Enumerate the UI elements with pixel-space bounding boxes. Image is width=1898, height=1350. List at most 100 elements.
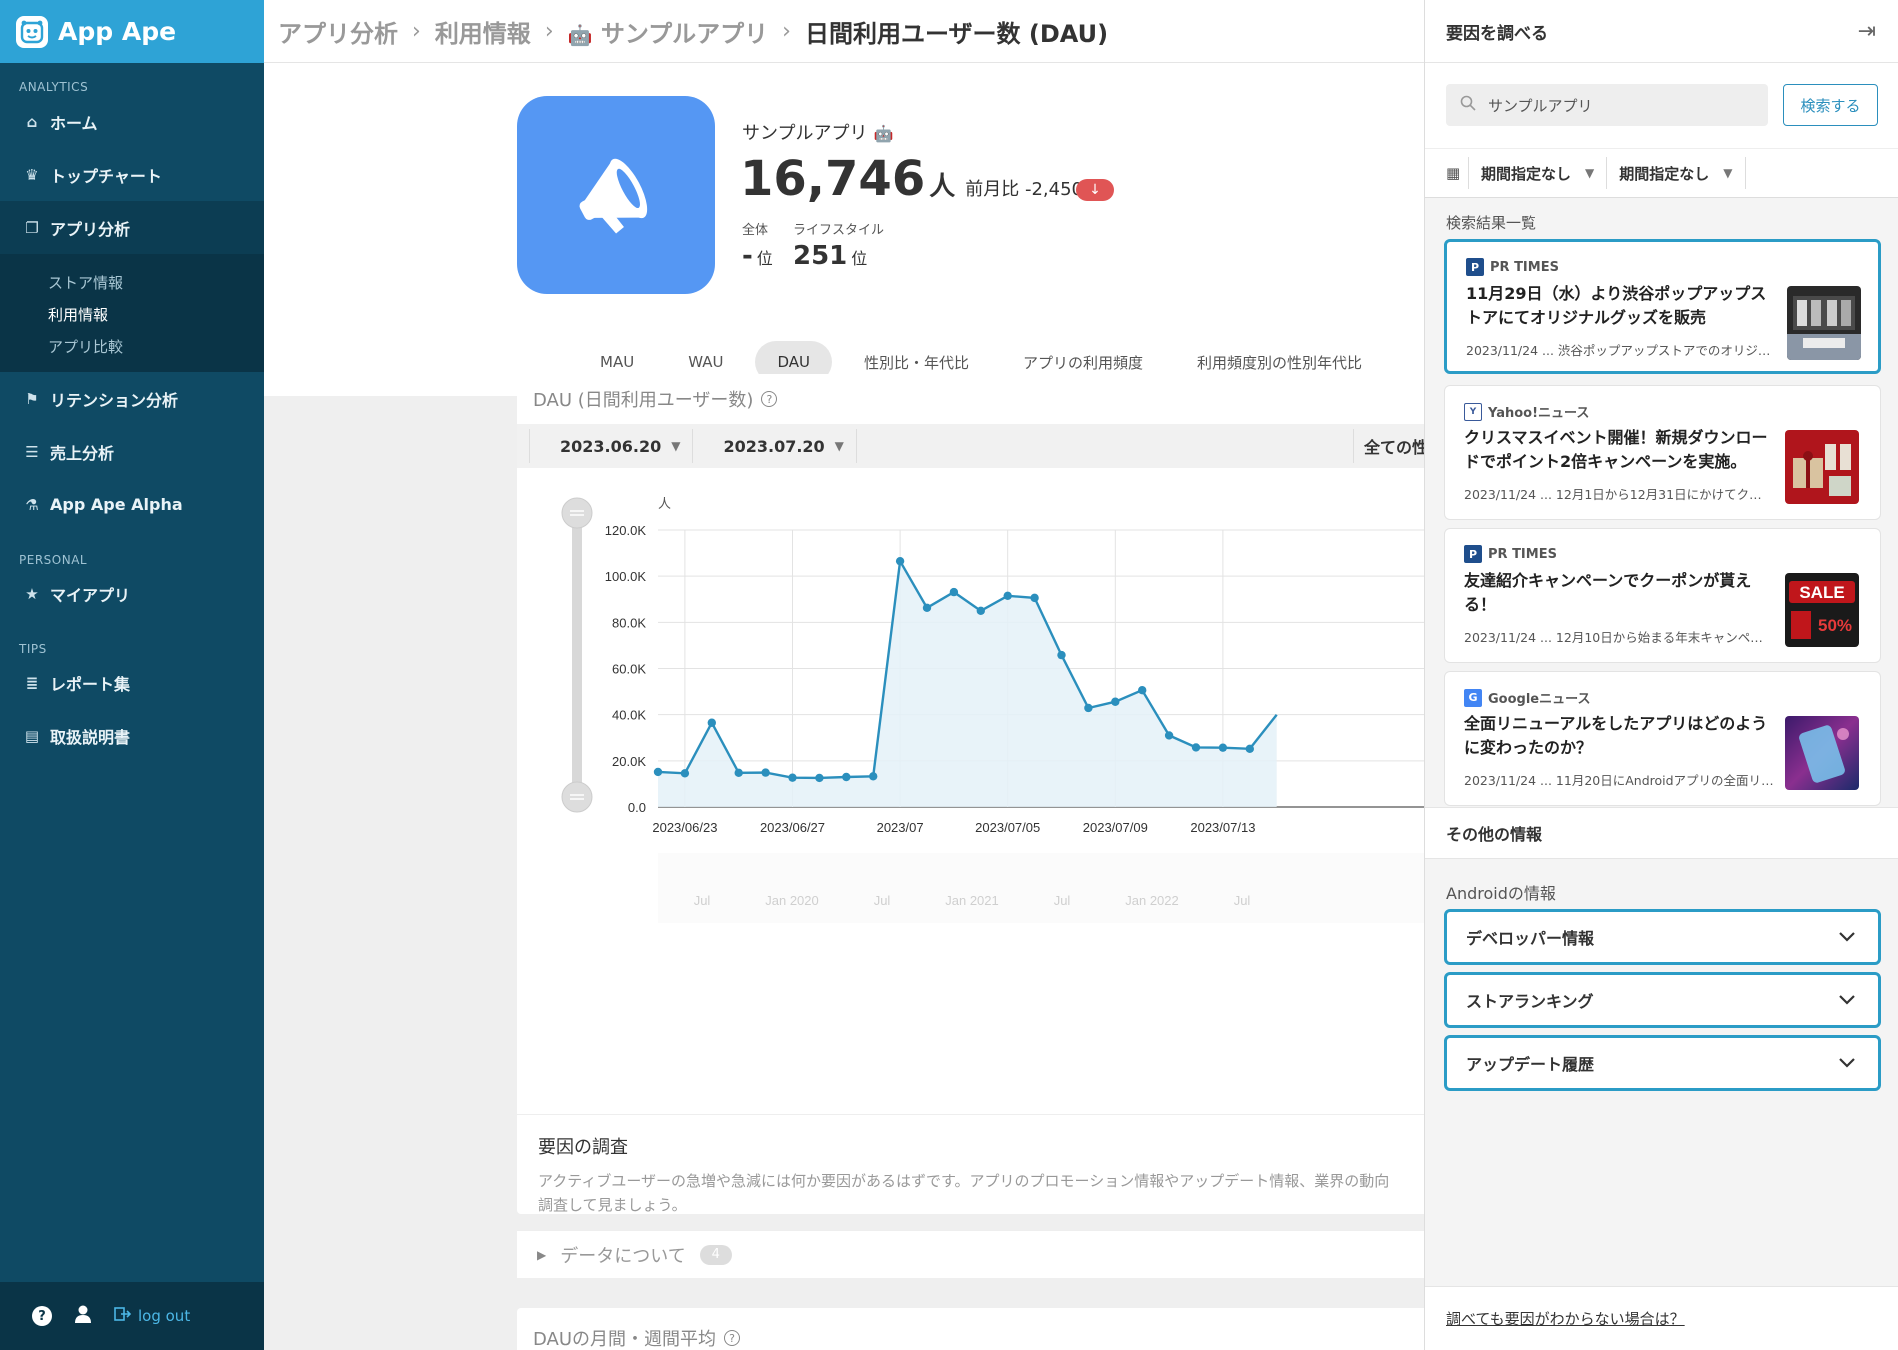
data-about-toggle[interactable]: ▶ データについて 4 xyxy=(517,1230,1424,1278)
sidebar-item-app-analysis[interactable]: ❐ アプリ分析 xyxy=(0,201,264,254)
sidebar-subitem-app-compare[interactable]: アプリ比較 xyxy=(0,330,264,362)
data-point[interactable] xyxy=(1003,591,1012,600)
data-point[interactable] xyxy=(680,769,690,778)
accordion-update-history[interactable]: アップデート履歴 xyxy=(1444,1035,1881,1091)
data-point[interactable] xyxy=(653,767,663,777)
x-tick-label: 2023/06/23 xyxy=(652,820,717,835)
svg-text:SALE: SALE xyxy=(1799,583,1844,602)
sidebar-item-home[interactable]: ⌂ ホーム xyxy=(0,95,264,148)
dau-summary: 16,746 人 前月比 -2,450 人 xyxy=(740,151,1107,207)
data-point[interactable] xyxy=(707,718,716,727)
chevron-down-icon xyxy=(1836,1052,1858,1074)
data-point[interactable] xyxy=(1057,650,1066,660)
data-point[interactable] xyxy=(842,772,851,782)
news-source-name: Googleニュース xyxy=(1488,692,1591,707)
news-title: 友達紹介キャンペーンでクーポンが貰える！ xyxy=(1464,571,1752,614)
breadcrumb-item[interactable]: 利用情報 xyxy=(435,14,531,49)
database-icon: ☰ xyxy=(25,442,39,461)
sidebar-subitem-usage-info[interactable]: 利用情報 xyxy=(0,298,264,330)
news-desc: 2023/11/24 ... 11月20日にAndroidアプリの全面リニューア… xyxy=(1464,773,1774,788)
navigator-tick-label: Jan 2020 xyxy=(765,893,819,908)
data-point[interactable] xyxy=(1191,743,1201,752)
sidebar-item-retention[interactable]: ⚑ リテンション分析 xyxy=(0,372,264,425)
search-button[interactable]: 検索する xyxy=(1783,84,1878,126)
date-to-select[interactable]: 2023.07.20 ▼ xyxy=(693,429,857,463)
rank-unit: 位 xyxy=(756,249,773,268)
breadcrumb-current: 日間利用ユーザー数 (DAU) xyxy=(804,19,1109,48)
data-point[interactable] xyxy=(1218,743,1228,752)
range-handle-bottom[interactable] xyxy=(561,781,593,813)
sidebar-item-manual[interactable]: ▤ 取扱説明書 xyxy=(0,709,264,762)
data-point[interactable] xyxy=(869,772,878,781)
news-source-name: PR TIMES xyxy=(1488,546,1557,562)
sidebar-item-top-chart[interactable]: ♛ トップチャート xyxy=(0,148,264,201)
sidebar-item-label: App Ape Alpha xyxy=(50,495,183,514)
breadcrumb-item[interactable]: アプリ分析 xyxy=(278,14,398,49)
navigator-tick-label: Jul xyxy=(694,893,711,908)
sidebar-item-label: 取扱説明書 xyxy=(50,727,131,747)
logout-button[interactable]: log out xyxy=(114,1306,190,1326)
data-point[interactable] xyxy=(1030,593,1039,603)
y-axis: 0.0 20.0K 40.0K 60.0K 80.0K 100.0K 120.0K xyxy=(605,523,647,815)
range-slider[interactable] xyxy=(561,497,593,813)
data-point[interactable] xyxy=(1138,685,1147,695)
y-tick-label: 80.0K xyxy=(612,615,646,630)
navigator-tick-label: Jan 2022 xyxy=(1125,893,1179,908)
rank-category-label: ライフスタイル xyxy=(793,223,885,238)
date-from-select[interactable]: 2023.06.20 ▼ xyxy=(529,429,694,463)
sidebar-subitem-store-info[interactable]: ストア情報 xyxy=(0,266,264,298)
period-to-value: 期間指定なし xyxy=(1619,164,1710,183)
cause-unknown-link[interactable]: 調べても要因がわからない場合は？ xyxy=(1425,1286,1898,1350)
navigator-tick-label: Jul xyxy=(1234,893,1251,908)
data-point[interactable] xyxy=(1245,744,1254,754)
data-point[interactable] xyxy=(734,768,743,778)
chart-card-title-text: DAU (日間利用ユーザー数) xyxy=(533,390,754,411)
news-title: 11月29日（水）より渋谷ポップアップストアにてオリジナルグッズを販売 xyxy=(1466,284,1767,327)
y-tick-label: 0.0 xyxy=(628,800,646,815)
data-point[interactable] xyxy=(949,587,959,597)
sidebar-item-sales[interactable]: ☰ 売上分析 xyxy=(0,425,264,478)
period-to-select[interactable]: 期間指定なし ▼ xyxy=(1606,157,1746,189)
chart-navigator[interactable]: Jul Jan 2020 Jul Jan 2021 Jul Jan 2022 Jul xyxy=(658,853,1424,923)
data-point[interactable] xyxy=(922,603,932,612)
accordion-store-ranking[interactable]: ストアランキング xyxy=(1444,972,1881,1028)
data-point[interactable] xyxy=(788,773,797,782)
rank-category: 251 位 xyxy=(793,241,867,271)
news-card[interactable]: Y Yahoo!ニュース クリスマスイベント開催！新規ダウンロードでポイント2倍… xyxy=(1444,385,1881,520)
segment-select[interactable]: 全ての性 xyxy=(1353,429,1424,463)
data-point[interactable] xyxy=(895,556,905,566)
sidebar-item-my-apps[interactable]: ★ マイアプリ xyxy=(0,567,264,620)
user-icon[interactable] xyxy=(74,1304,92,1328)
results-label: 検索結果一覧 xyxy=(1446,213,1537,232)
rank-overall: -位 xyxy=(742,241,773,271)
data-point[interactable] xyxy=(1164,731,1174,740)
sidebar-item-alpha[interactable]: ⚗ App Ape Alpha xyxy=(0,478,264,531)
data-point[interactable] xyxy=(1084,703,1093,713)
news-title: 全面リニューアルをしたアプリはどのように変わったのか？ xyxy=(1464,714,1768,757)
period-from-select[interactable]: 期間指定なし ▼ xyxy=(1468,157,1606,189)
data-point[interactable] xyxy=(761,768,770,777)
range-slider-track xyxy=(572,513,582,797)
sidebar-item-reports[interactable]: ≣ レポート集 xyxy=(0,656,264,709)
news-card[interactable]: G Googleニュース 全面リニューアルをしたアプリはどのように変わったのか？… xyxy=(1444,671,1881,806)
help-icon[interactable]: ? xyxy=(32,1306,52,1326)
yahoo-news-icon: Y xyxy=(1464,402,1482,421)
close-panel-icon[interactable]: ⇥ xyxy=(1858,19,1876,44)
data-point[interactable] xyxy=(1111,697,1120,706)
help-icon[interactable]: ? xyxy=(761,391,778,407)
news-card[interactable]: P PR TIMES 11月29日（水）より渋谷ポップアップストアにてオリジナル… xyxy=(1444,239,1881,374)
news-source-name: PR TIMES xyxy=(1490,259,1559,275)
star-icon: ★ xyxy=(25,584,39,603)
news-desc: 2023/11/24 ... 渋谷ポップアップストアでのオリジナルグッズ xyxy=(1466,343,1776,358)
search-input[interactable]: サンプルアプリ xyxy=(1446,84,1768,126)
flag-icon: ⚑ xyxy=(25,389,39,408)
help-icon[interactable]: ? xyxy=(724,1330,741,1346)
news-card[interactable]: P PR TIMES 友達紹介キャンペーンでクーポンが貰える！ 2023/11/… xyxy=(1444,528,1881,663)
breadcrumb-item[interactable]: 🤖 サンプルアプリ xyxy=(568,14,769,49)
range-handle-top[interactable] xyxy=(561,497,593,529)
data-point[interactable] xyxy=(815,773,824,783)
y-tick-label: 120.0K xyxy=(605,523,647,538)
accordion-developer-info[interactable]: デベロッパー情報 xyxy=(1444,909,1881,965)
brand[interactable]: App Ape xyxy=(0,0,264,63)
data-point[interactable] xyxy=(976,606,985,615)
